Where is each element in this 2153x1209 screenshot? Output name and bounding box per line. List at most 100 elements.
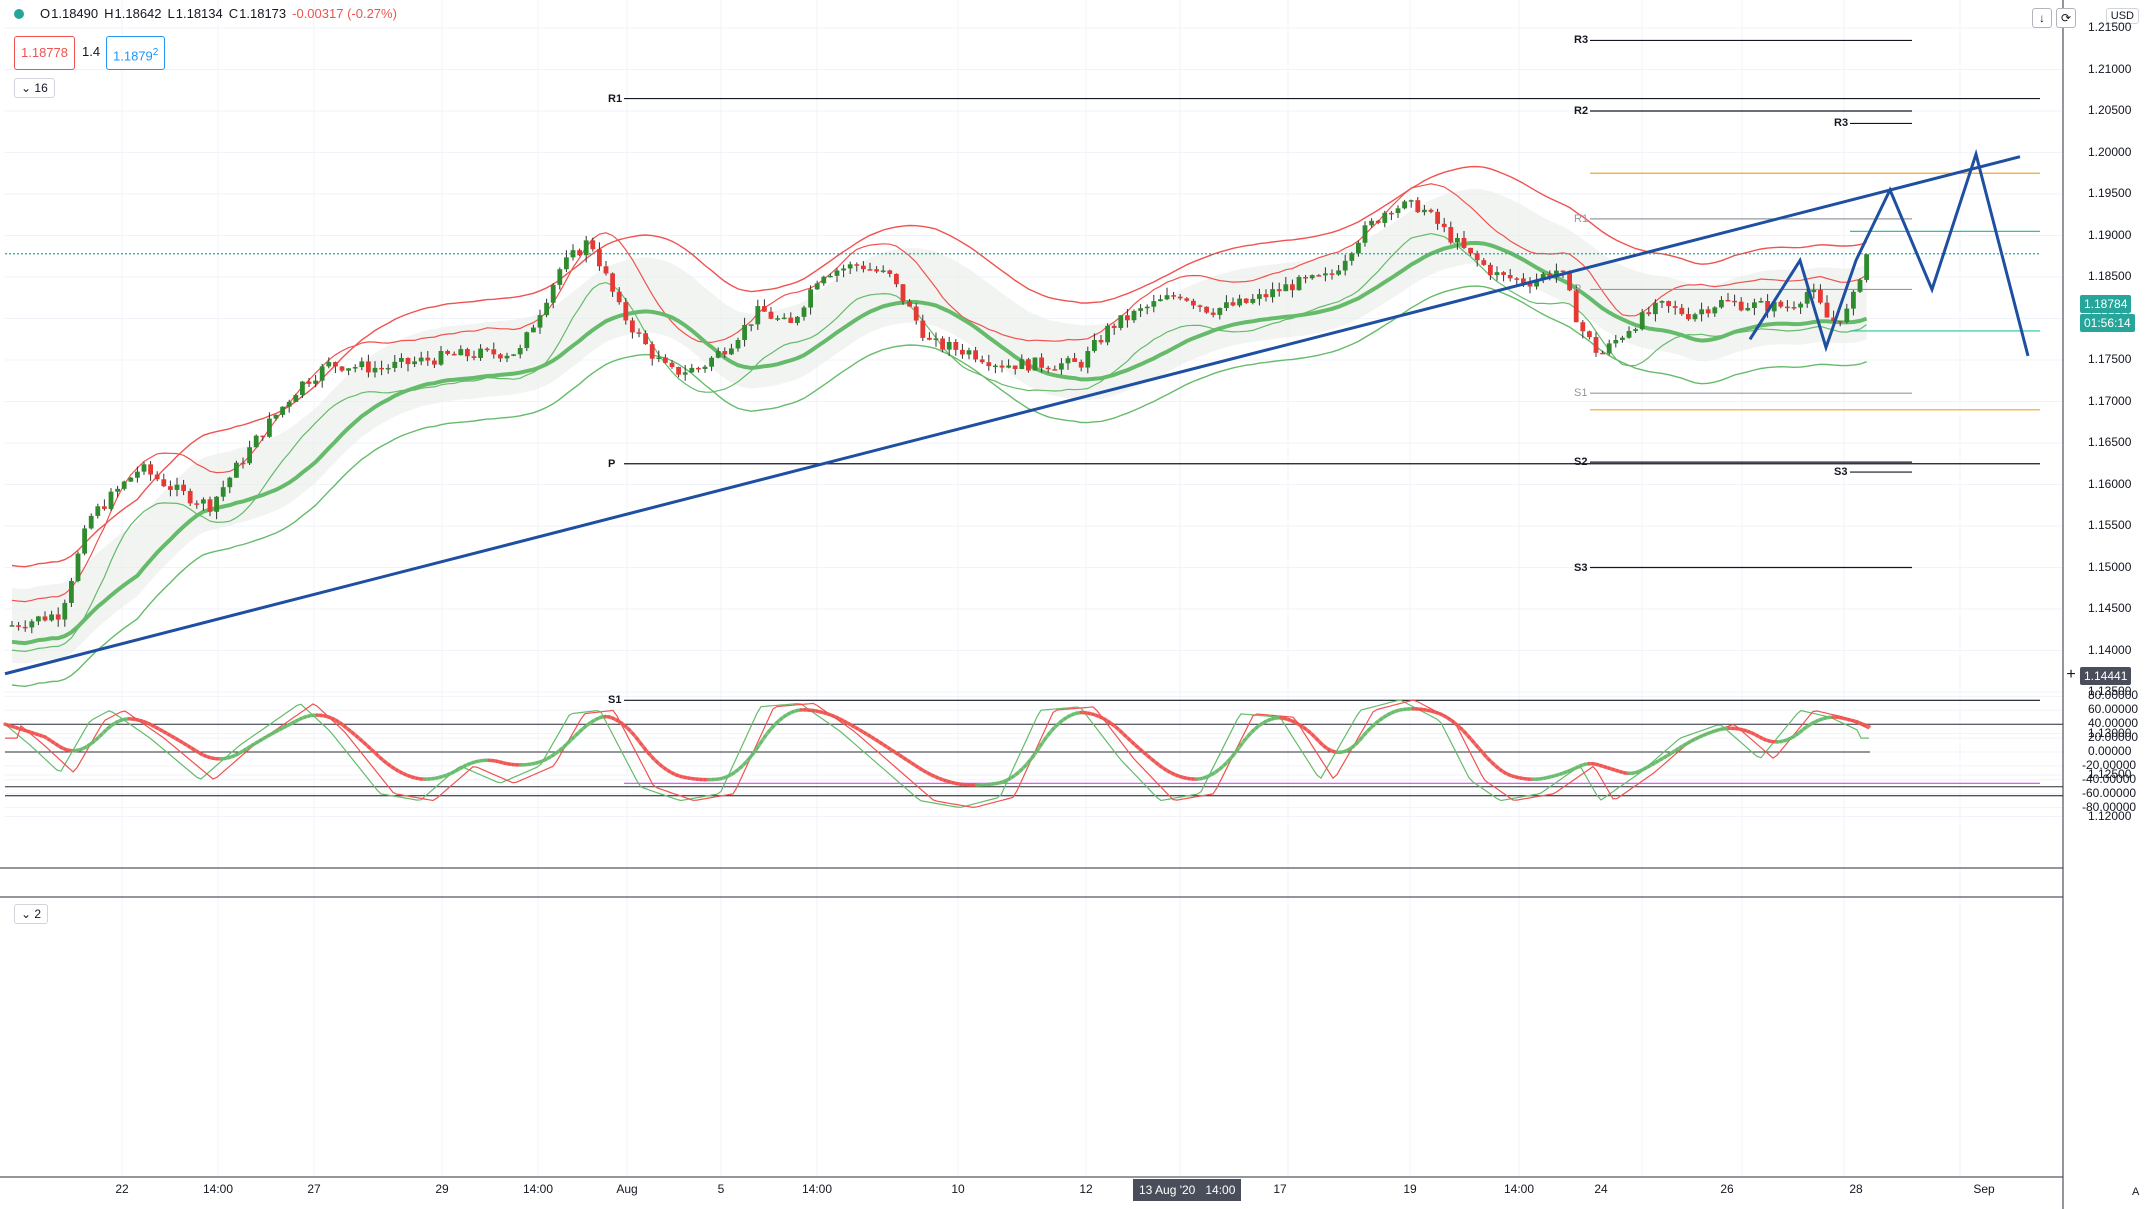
candle-body — [537, 315, 543, 328]
candle-body — [260, 435, 266, 438]
sell-button[interactable]: 1.18778 — [14, 36, 75, 70]
candle-body — [1171, 295, 1176, 297]
candle-body — [788, 317, 794, 323]
candle-body — [1844, 308, 1850, 322]
candle-body — [458, 349, 464, 356]
candle-body — [16, 625, 21, 627]
osc-indicators-toggle[interactable]: ⌄ 2 — [14, 904, 49, 924]
candle-body — [1085, 351, 1091, 368]
candle-body — [187, 491, 193, 504]
candle-body — [531, 327, 536, 333]
candle-body — [1125, 315, 1130, 321]
candle-body — [1019, 359, 1025, 370]
high-value: 1.18642 — [114, 6, 162, 21]
candle-body — [762, 306, 767, 312]
candle-body — [1402, 201, 1407, 209]
candle-body — [95, 506, 101, 516]
candle-body — [1791, 307, 1797, 309]
candle-body — [1362, 225, 1368, 243]
candle-body — [768, 311, 774, 319]
candle-body — [1785, 306, 1790, 309]
candle-body — [1626, 330, 1632, 338]
chart-canvas[interactable] — [0, 0, 2153, 1209]
crosshair-icon[interactable]: + — [2062, 667, 2080, 685]
candle-body — [194, 503, 200, 505]
candle-body — [861, 265, 866, 270]
time-tick-label: 19 — [1403, 1182, 1417, 1196]
axes-lines — [0, 0, 2064, 1209]
ask-main: 1.1879 — [113, 48, 153, 64]
candle-body — [1408, 200, 1414, 202]
candle-body — [300, 381, 305, 395]
candle-body — [709, 357, 714, 367]
candle-body — [1818, 289, 1823, 303]
drawing-tools[interactable] — [4, 148, 2030, 676]
candle-body — [1415, 200, 1421, 213]
candle-body — [1263, 294, 1269, 298]
candle-body — [1290, 284, 1295, 291]
candle-body — [1639, 312, 1645, 330]
candle-body — [1191, 300, 1196, 306]
candle-body — [352, 367, 358, 369]
candle-body — [220, 487, 226, 497]
time-tick-label: 14:00 — [202, 1182, 234, 1196]
candle-body — [392, 361, 398, 368]
candle-body — [280, 406, 285, 415]
candle-body — [451, 353, 457, 356]
candle-body — [1501, 272, 1506, 275]
candle-body — [168, 486, 173, 490]
refresh-icon[interactable]: ⟳ — [2056, 8, 2076, 28]
candle-body — [940, 338, 945, 350]
pivot-label: S1 — [1574, 387, 1588, 400]
candle-body — [795, 316, 800, 323]
candle-body — [55, 614, 61, 620]
candle-body — [181, 484, 186, 492]
candle-body — [913, 306, 919, 321]
candle-body — [1778, 301, 1784, 307]
pane-separator[interactable] — [0, 867, 2063, 898]
candle-body — [1837, 320, 1843, 323]
candle-body — [432, 360, 437, 365]
ask-sup: 2 — [152, 47, 159, 58]
momentum-segment — [1863, 723, 1871, 729]
candle-body — [399, 357, 404, 362]
time-tick-label: 10 — [951, 1182, 965, 1196]
candle-body — [1494, 272, 1500, 276]
candle-body — [1481, 260, 1487, 265]
candle-body — [702, 366, 708, 370]
candle-body — [247, 447, 252, 464]
arrow-down-icon[interactable]: ↓ — [2032, 8, 2052, 28]
ohlc-legend: O 1.18490 H 1.18642 L 1.18134 C 1.18173 -0.0… — [14, 6, 397, 21]
candle-body — [273, 414, 279, 419]
osc-tick-label: -20.00000 — [2082, 757, 2137, 772]
buy-button[interactable]: 1.18792 — [106, 36, 166, 70]
candle-body — [445, 350, 450, 354]
auto-scale-icon[interactable]: A — [2132, 1186, 2139, 1198]
candle-body — [1600, 352, 1605, 355]
candle-body — [1428, 209, 1434, 212]
change-value: -0.00317 (-0.27%) — [292, 6, 397, 21]
candle-body — [1250, 298, 1256, 303]
candle-body — [465, 349, 470, 357]
main-indicators-toggle[interactable]: ⌄ 16 — [14, 78, 55, 98]
candle-body — [1026, 359, 1031, 371]
candle-body — [1369, 220, 1374, 226]
candle-body — [1303, 277, 1308, 279]
candle-body — [69, 581, 74, 603]
candle-body — [1184, 298, 1190, 301]
candle-body — [630, 320, 635, 333]
candle-body — [1448, 227, 1454, 243]
candle-body — [214, 496, 219, 512]
candle-body — [115, 488, 120, 492]
candle-body — [22, 626, 28, 629]
candle-body — [933, 338, 939, 340]
candle-body — [478, 348, 483, 358]
candle-body — [616, 291, 622, 303]
candle-body — [894, 273, 899, 285]
candle-body — [1732, 300, 1737, 303]
candle-body — [1283, 284, 1289, 292]
candle-body — [821, 276, 827, 284]
crosshair-date-tag: 13 Aug '20 14:00 — [1133, 1179, 1242, 1201]
market-status-icon — [14, 8, 24, 19]
time-tick-label: 27 — [307, 1182, 321, 1196]
